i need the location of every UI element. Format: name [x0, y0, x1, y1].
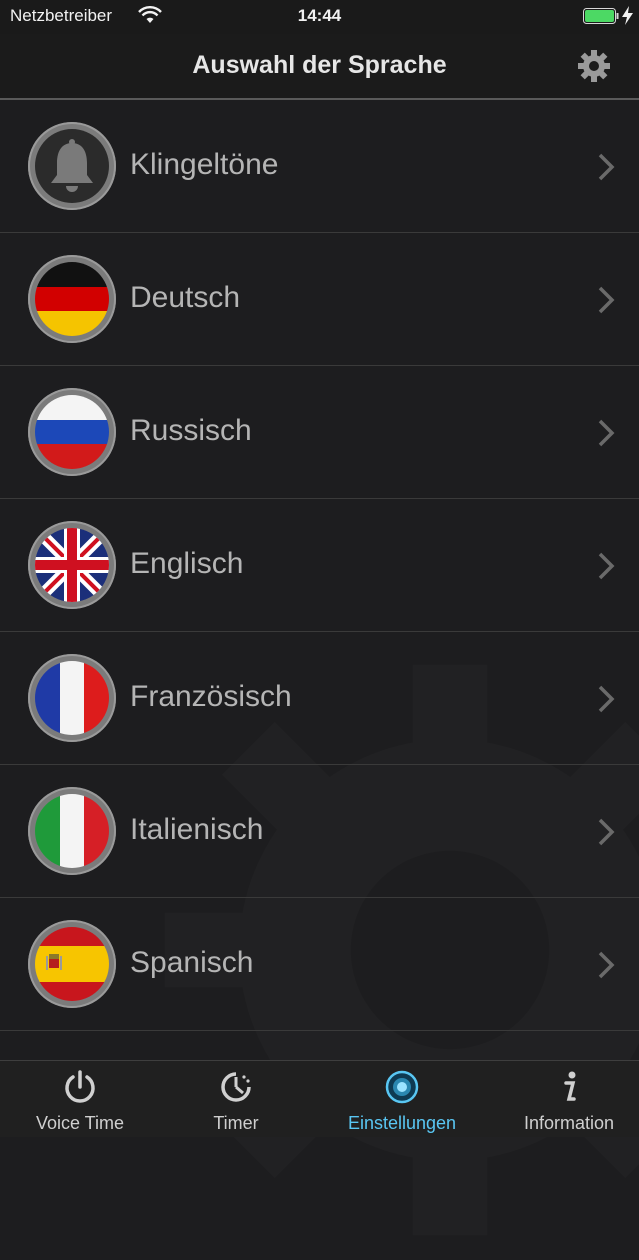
navigation-bar: Auswahl der Sprache: [0, 34, 639, 100]
list-item-label: Englisch: [130, 547, 244, 580]
list-item-french[interactable]: Französisch: [0, 632, 639, 765]
tab-label: Einstellungen: [347, 1113, 457, 1133]
spanish-flag-icon: [28, 920, 116, 1008]
list-item-ringtones[interactable]: Klingeltöne: [0, 100, 639, 233]
chevron-right-icon: [598, 419, 615, 447]
french-flag-icon: [28, 654, 116, 742]
uk-flag-icon: [28, 521, 116, 609]
tab-timer[interactable]: Timer: [156, 1061, 316, 1137]
german-flag-icon: [28, 255, 116, 343]
chevron-right-icon: [598, 685, 615, 713]
tab-label: Information: [523, 1113, 615, 1133]
status-bar: Netzbetreiber 14:44: [0, 0, 639, 34]
tab-label: Timer: [213, 1113, 259, 1133]
italian-flag-icon: [28, 787, 116, 875]
list-item-label: Klingeltöne: [130, 148, 279, 181]
tab-information[interactable]: Information: [489, 1061, 639, 1137]
list-item-spanish[interactable]: Spanisch: [0, 898, 639, 1031]
power-icon: [65, 1070, 95, 1103]
list-item-label: Russisch: [130, 414, 252, 447]
tab-voice-time[interactable]: Voice Time: [0, 1061, 160, 1137]
list-item-label: Italienisch: [130, 813, 264, 846]
list-item-russian[interactable]: Russisch: [0, 366, 639, 499]
bell-icon: [28, 122, 116, 210]
chevron-right-icon: [598, 951, 615, 979]
chevron-right-icon: [598, 818, 615, 846]
russian-flag-icon: [28, 388, 116, 476]
status-time: 14:44: [297, 6, 342, 25]
timer-icon: [221, 1072, 251, 1102]
list-item-german[interactable]: Deutsch: [0, 233, 639, 366]
chevron-right-icon: [598, 286, 615, 314]
chevron-right-icon: [598, 153, 615, 181]
list-item-italian[interactable]: Italienisch: [0, 765, 639, 898]
charging-icon: [622, 6, 633, 25]
settings-dial-icon: [385, 1070, 419, 1104]
info-icon: [564, 1071, 576, 1101]
tab-bar: Voice Time Timer Einstellungen Informati…: [0, 1060, 639, 1137]
list-item-english[interactable]: Englisch: [0, 499, 639, 632]
chevron-right-icon: [598, 552, 615, 580]
language-list: Klingeltöne Deutsch Russisch Englisch Fr…: [0, 100, 639, 1031]
battery-icon: [583, 8, 619, 24]
list-item-label: Französisch: [130, 680, 292, 713]
list-item-label: Deutsch: [130, 281, 241, 314]
list-item-label: Spanisch: [130, 946, 254, 979]
gear-icon[interactable]: [576, 48, 612, 84]
tab-label: Voice Time: [35, 1113, 125, 1133]
tab-settings[interactable]: Einstellungen: [322, 1061, 482, 1137]
page-title: Auswahl der Sprache: [192, 51, 447, 79]
